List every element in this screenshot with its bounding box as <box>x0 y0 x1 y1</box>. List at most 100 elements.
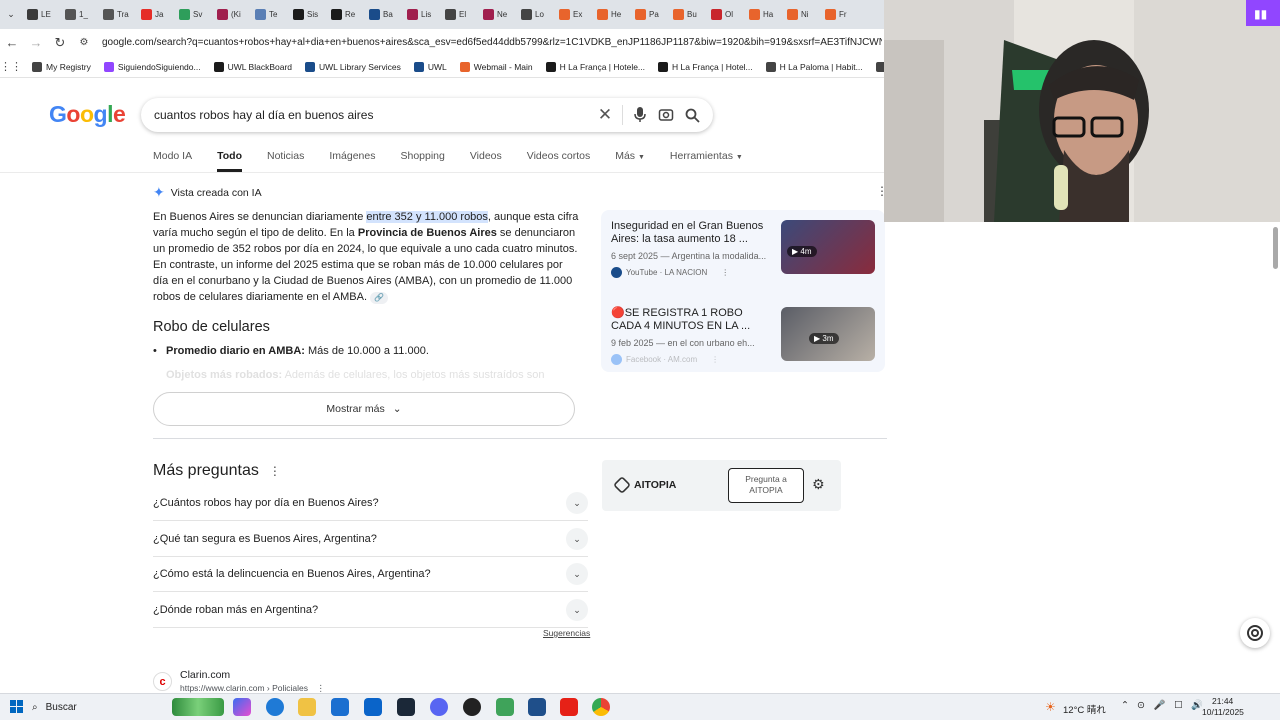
browser-tab[interactable]: Ha <box>744 4 782 26</box>
browser-tab[interactable]: LE <box>22 4 60 26</box>
obs-icon[interactable] <box>463 698 481 716</box>
search-tab[interactable]: Noticias <box>267 150 304 172</box>
apps-icon[interactable]: ⋮⋮ <box>0 56 22 77</box>
suggestions-link[interactable]: Sugerencias <box>543 628 590 638</box>
chevron-down-icon[interactable]: ⌄ <box>566 563 588 585</box>
windows-start-icon[interactable] <box>10 700 23 713</box>
bookmark-item[interactable]: SiguiendoSiguiendo... <box>103 61 201 72</box>
search-tab[interactable]: Herramientas ▼ <box>670 150 743 172</box>
gear-icon[interactable]: ⚙ <box>812 476 825 493</box>
browser-tab[interactable]: Bu <box>668 4 706 26</box>
tab-search-button[interactable]: ⌄ <box>0 4 22 26</box>
clock-time[interactable]: 21:44 <box>1212 696 1233 706</box>
chevron-down-icon[interactable]: ⌄ <box>566 528 588 550</box>
video-menu-icon[interactable]: ⋮ <box>711 355 719 364</box>
browser-tab[interactable]: Sis <box>288 4 326 26</box>
back-icon[interactable]: ← <box>0 31 24 55</box>
reload-icon[interactable]: ↻ <box>48 31 72 55</box>
browser-tab[interactable]: El <box>440 4 478 26</box>
weather-text[interactable]: 12°C 晴れ <box>1063 702 1106 716</box>
browser-tab[interactable]: Sv <box>174 4 212 26</box>
bookmark-item[interactable]: UWL <box>413 61 447 72</box>
question-item[interactable]: ¿Cómo está la delincuencia en Buenos Air… <box>153 557 588 592</box>
tray-chevron-icon[interactable]: ⌃ <box>1121 700 1129 711</box>
microphone-icon[interactable] <box>627 102 653 128</box>
result-site-name[interactable]: Clarin.com <box>180 669 230 681</box>
chevron-down-icon[interactable]: ⌄ <box>566 492 588 514</box>
store-icon[interactable] <box>331 698 349 716</box>
bookmark-item[interactable]: H La França | Hotel... <box>658 61 753 72</box>
search-tab[interactable]: Modo IA <box>153 150 192 172</box>
page-scrollbar-track[interactable] <box>1271 222 1280 694</box>
search-tab[interactable]: Shopping <box>400 150 444 172</box>
browser-tab[interactable]: Re <box>326 4 364 26</box>
browser-tab[interactable]: Fr <box>820 4 858 26</box>
page-scrollbar-thumb[interactable] <box>1273 227 1278 269</box>
question-item[interactable]: ¿Cuántos robos hay por día en Buenos Air… <box>153 486 588 521</box>
question-item[interactable]: ¿Qué tan segura es Buenos Aires, Argenti… <box>153 522 588 557</box>
site-info-icon[interactable]: ⚙ <box>72 31 96 55</box>
tray-app-icons[interactable]: ⊙ 🎤 ☐ 🔊 <box>1137 700 1206 711</box>
youtube-app-icon[interactable] <box>560 698 578 716</box>
clear-icon[interactable]: ✕ <box>592 102 618 128</box>
more-options-icon[interactable]: ⋮ <box>269 464 281 478</box>
video-thumbnail[interactable]: ▶ 3m <box>781 307 875 361</box>
browser-tab[interactable]: Te <box>250 4 288 26</box>
search-tab[interactable]: Videos cortos <box>527 150 590 172</box>
folder-icon[interactable] <box>298 698 316 716</box>
chrome-icon[interactable] <box>592 698 610 716</box>
browser-tab[interactable]: Ne <box>478 4 516 26</box>
browser-tab[interactable]: Ba <box>364 4 402 26</box>
url-field[interactable]: google.com/search?q=cuantos+robos+hay+al… <box>102 37 882 48</box>
forward-icon[interactable]: → <box>24 31 48 55</box>
video-title[interactable]: Inseguridad en el Gran Buenos Aires: la … <box>611 220 773 246</box>
bookmark-item[interactable]: H La França | Hotele... <box>545 61 645 72</box>
video-thumbnail[interactable]: ▶ 4m <box>781 220 875 274</box>
search-tab[interactable]: Imágenes <box>329 150 375 172</box>
bookmark-item[interactable]: Posiciones <box>875 61 884 72</box>
steam-icon[interactable] <box>397 698 415 716</box>
question-item[interactable]: ¿Dónde roban más en Argentina? ⌄ <box>153 593 588 628</box>
edge-icon[interactable] <box>266 698 284 716</box>
search-input[interactable]: cuantos robos hay al día en buenos aires <box>154 108 592 122</box>
video-menu-icon[interactable]: ⋮ <box>721 268 729 277</box>
search-icon[interactable] <box>679 102 705 128</box>
browser-tab[interactable]: Pa <box>630 4 668 26</box>
browser-tab[interactable]: Ni <box>782 4 820 26</box>
taskbar-widget-image[interactable] <box>172 698 224 716</box>
browser-tab[interactable]: He <box>592 4 630 26</box>
browser-tab[interactable]: Lis <box>402 4 440 26</box>
google-logo[interactable]: Google <box>49 101 126 128</box>
search-box[interactable]: cuantos robos hay al día en buenos aires… <box>141 98 713 132</box>
chrome-app-icon[interactable] <box>496 698 514 716</box>
assistant-float-button[interactable] <box>1240 618 1270 648</box>
bookmark-item[interactable]: H La Paloma | Habit... <box>765 61 863 72</box>
outlook-icon[interactable] <box>364 698 382 716</box>
browser-tab[interactable]: Ja <box>136 4 174 26</box>
browser-tab[interactable]: Ex <box>554 4 592 26</box>
copilot-icon[interactable] <box>233 698 251 716</box>
discord-icon[interactable] <box>430 698 448 716</box>
show-more-button[interactable]: Mostrar más ⌄ <box>153 392 575 426</box>
steam-alt-icon[interactable] <box>528 698 546 716</box>
browser-tab[interactable]: Lo <box>516 4 554 26</box>
bookmark-item[interactable]: UWL Library Services <box>305 61 401 72</box>
video-card[interactable]: Inseguridad en el Gran Buenos Aires: la … <box>611 220 881 278</box>
link-icon[interactable]: 🔗 <box>370 292 389 304</box>
bookmark-item[interactable]: My Registry <box>32 61 91 72</box>
camera-lens-icon[interactable] <box>653 102 679 128</box>
browser-tab[interactable]: Ol <box>706 4 744 26</box>
search-tab[interactable]: Más ▼ <box>615 150 645 172</box>
browser-tab[interactable]: (Ki <box>212 4 250 26</box>
video-card[interactable]: 🔴SE REGISTRA 1 ROBO CADA 4 MINUTOS EN LA… <box>611 307 881 365</box>
browser-tab[interactable]: 1_ <box>60 4 98 26</box>
browser-tab[interactable]: Tra <box>98 4 136 26</box>
search-tab[interactable]: Videos <box>470 150 502 172</box>
ask-aitopia-button[interactable]: Pregunta a AITOPIA <box>728 468 804 503</box>
chevron-down-icon[interactable]: ⌄ <box>566 599 588 621</box>
clock-date[interactable]: 10/11/2025 <box>1202 707 1244 717</box>
bookmark-item[interactable]: Webmail - Main <box>459 61 533 72</box>
result-menu-icon[interactable]: ⋮ <box>316 683 325 693</box>
search-tab[interactable]: Todo <box>217 150 242 172</box>
bookmark-item[interactable]: UWL BlackBoard <box>213 61 292 72</box>
